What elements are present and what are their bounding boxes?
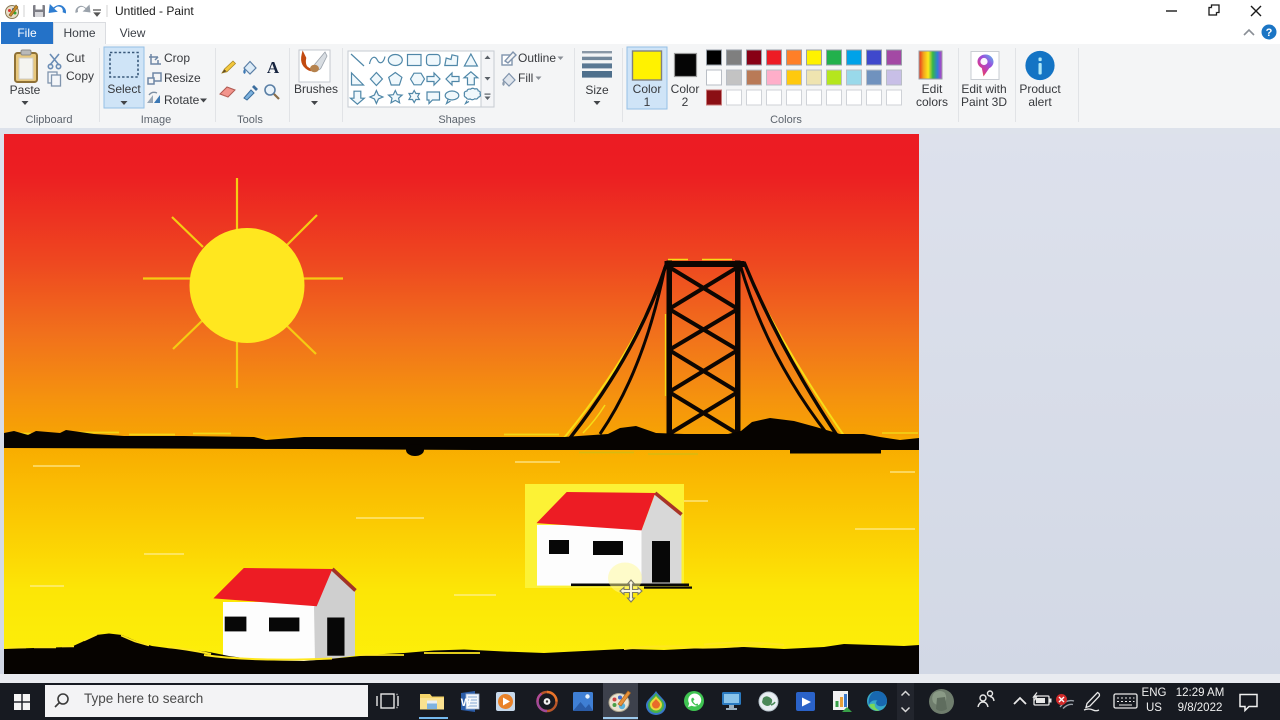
svg-text:W: W xyxy=(461,697,472,709)
svg-text:A: A xyxy=(267,58,280,77)
svg-text:?: ? xyxy=(1266,27,1273,39)
